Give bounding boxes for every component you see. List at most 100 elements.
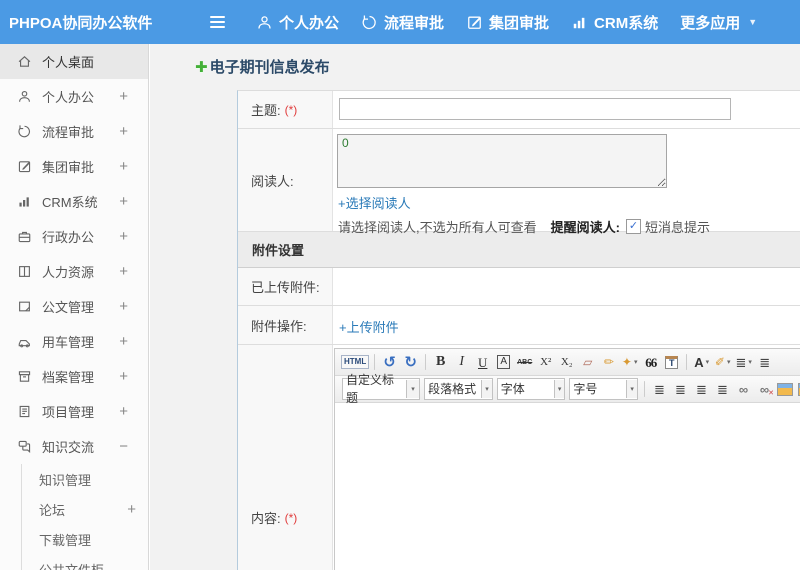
sidebar-item-crm-system[interactable]: CRM系统 + [0,184,148,219]
italic-icon[interactable]: I [452,352,471,372]
sidebar-subitem-download-management[interactable]: 下载管理 [22,524,148,554]
sidebar-subitem-public-file-cabinet[interactable]: 公共文件柜 [22,554,148,570]
main-content: ✚ 电子期刊信息发布 主题: (*) 阅读人: 0 +选择阅读人 请选择阅读人,… [150,44,800,570]
nav-workflow-approval[interactable]: 流程审批 [361,12,444,33]
paragraph-format-select[interactable]: 段落格式 ▾ [424,378,493,400]
sidebar-item-archive-management[interactable]: 档案管理 + [0,359,148,394]
align-center-icon[interactable]: ≣ [671,379,690,399]
upload-attachment-link[interactable]: +上传附件 [339,317,399,336]
align-right-icon[interactable]: ≣ [692,379,711,399]
expand-toggle-icon[interactable]: − [119,438,128,455]
link-icon[interactable]: ∞ [734,379,753,399]
unlink-icon[interactable]: ∞ [755,379,774,399]
strikethrough-icon[interactable]: ABC [515,352,534,372]
expand-toggle-icon[interactable]: + [119,368,128,385]
unordered-list-icon[interactable]: ≣ [755,352,774,372]
ordered-list-icon[interactable]: ≣ ▾ [734,352,753,372]
toolbar-separator [643,381,645,397]
attachment-actions-row: 附件操作: +上传附件 [238,306,800,345]
edit-icon [466,14,483,31]
caret-down-icon: ▾ [633,359,638,366]
sms-notify-checkbox[interactable]: ✓ [625,219,641,234]
expand-toggle-icon[interactable]: + [127,501,136,518]
subject-input[interactable] [339,98,731,120]
caret-down-icon: ▾ [748,359,752,366]
page-title: 电子期刊信息发布 [209,59,330,76]
char-border-icon[interactable]: A [494,352,513,372]
sidebar-item-project-management[interactable]: 项目管理 + [0,394,148,429]
font-size-select[interactable]: 字号 ▾ [569,378,638,400]
topbar: PHPOA协同办公软件 个人办公 流程审批 集团审批 CRM系统 更多应用 ▼ [0,0,800,44]
paste-as-text-icon[interactable]: T [662,352,681,372]
font-color-icon[interactable]: A ▾ [692,352,711,372]
expand-toggle-icon[interactable]: + [119,403,128,420]
sidebar-item-personal-desktop[interactable]: 个人桌面 [0,44,148,79]
custom-title-select[interactable]: 自定义标题 ▾ [342,373,421,405]
align-justify-icon[interactable]: ≣ [713,379,732,399]
subject-row: 主题: (*) [238,91,800,129]
readers-row: 阅读人: 0 +选择阅读人 请选择阅读人,不选为所有人可查看 提醒阅读人: ✓ … [238,129,800,235]
sidebar-item-personal-office[interactable]: 个人办公 + [0,79,148,114]
sidebar-item-document-management[interactable]: 公文管理 + [0,289,148,324]
nav-group-approval[interactable]: 集团审批 [466,12,549,33]
toolbar-separator [425,354,427,370]
page-title-bar: ✚ 电子期刊信息发布 [195,56,330,77]
highlight-color-icon[interactable]: ✐ ▾ [713,352,732,372]
expand-toggle-icon[interactable]: + [119,298,128,315]
superscript-icon[interactable]: X² [536,352,555,372]
caret-down-icon: ▾ [626,380,637,398]
app-title: PHPOA协同办公软件 [9,14,153,32]
expand-toggle-icon[interactable]: + [119,88,128,105]
eraser-icon[interactable]: ▱ [578,352,597,372]
nav-personal-office[interactable]: 个人办公 [256,12,339,33]
sidebar-item-workflow-approval[interactable]: 流程审批 + [0,114,148,149]
expand-toggle-icon[interactable]: + [119,228,128,245]
nav-more-apps[interactable]: 更多应用 ▼ [680,12,757,33]
toolbar-separator [686,354,688,370]
book-icon [17,264,32,279]
readers-hint-line: 请选择阅读人,不选为所有人可查看 提醒阅读人: ✓ 短消息提示 [338,217,800,236]
sidebar-subitem-forum[interactable]: 论坛 + [22,494,148,524]
publish-form: 主题: (*) 阅读人: 0 +选择阅读人 请选择阅读人,不选为所有人可查看 提… [237,90,800,570]
sidebar-item-vehicle-management[interactable]: 用车管理 + [0,324,148,359]
chart-icon [17,194,32,209]
project-icon [17,404,32,419]
expand-toggle-icon[interactable]: + [119,333,128,350]
font-family-select[interactable]: 字体 ▾ [496,378,566,400]
readers-label: 阅读人: [251,173,294,189]
expand-toggle-icon[interactable]: + [119,193,128,210]
expand-toggle-icon[interactable]: + [119,158,128,175]
insert-image-icon[interactable] [776,379,795,399]
subscript-icon[interactable]: X₂ [557,352,576,372]
format-brush-icon[interactable]: ✏ [599,352,618,372]
required-mark: (*) [284,510,298,525]
sidebar-item-human-resources[interactable]: 人力资源 + [0,254,148,289]
sidebar-item-knowledge-exchange[interactable]: 知识交流 − [0,429,148,464]
redo-icon[interactable]: ↻ [401,352,420,372]
blockquote-icon[interactable]: 66 [641,352,660,372]
choose-readers-link[interactable]: +选择阅读人 [338,193,411,212]
bold-icon[interactable]: B [431,352,450,372]
editor-content-area[interactable] [335,403,800,570]
check-icon: ✓ [628,220,639,232]
undo-icon[interactable]: ↺ [380,352,399,372]
expand-toggle-icon[interactable]: + [119,123,128,140]
sidebar-subitem-knowledge-management[interactable]: 知识管理 [22,464,148,494]
readers-textarea[interactable]: 0 [337,134,667,188]
underline-icon[interactable]: U [473,352,492,372]
sidebar-item-group-approval[interactable]: 集团审批 + [0,149,148,184]
sidebar: 个人桌面 个人办公 + 流程审批 + 集团审批 + CRM系统 + 行政办公 +… [0,44,149,570]
sidebar-item-admin-office[interactable]: 行政办公 + [0,219,148,254]
content-row: 内容: (*) HTML ↺ ↻ B I U A ABC X² X₂ ▱ ✏ ✦… [238,345,800,570]
auto-typeset-icon[interactable]: ✦ ▾ [620,352,639,372]
menu-icon[interactable] [210,13,228,31]
caret-down-icon: ▾ [481,380,492,398]
caret-down-icon: ▾ [405,380,420,398]
attachments-section-row: 附件设置 [238,232,800,268]
align-left-icon[interactable]: ≣ [650,379,669,399]
nav-crm-system[interactable]: CRM系统 [571,12,658,33]
html-source-button[interactable]: HTML [341,352,370,372]
archive-icon [17,369,32,384]
expand-toggle-icon[interactable]: + [119,263,128,280]
user-icon [256,14,273,31]
